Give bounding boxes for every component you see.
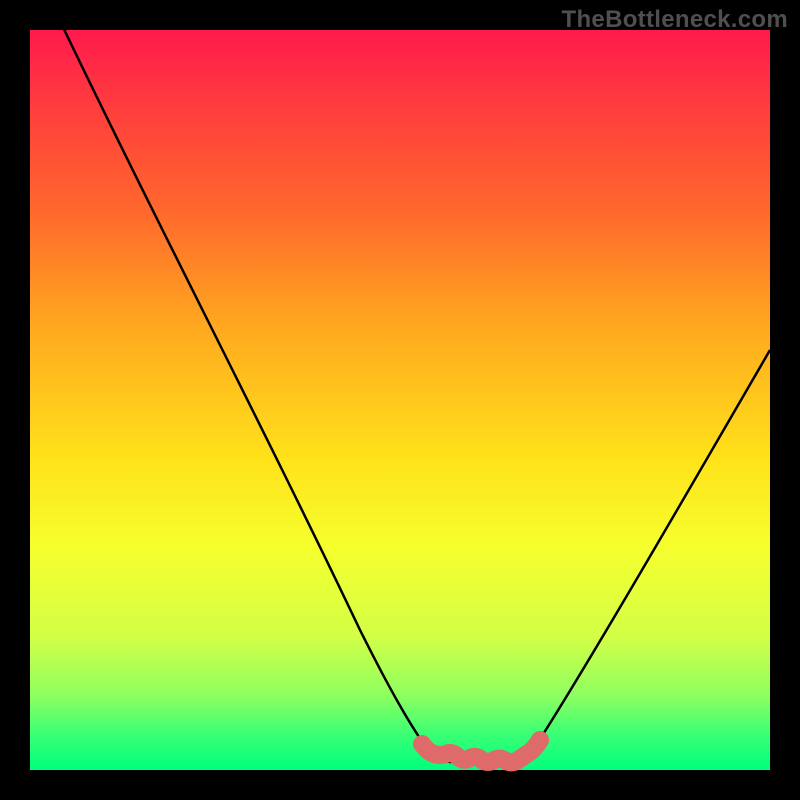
curve-layer [30, 30, 770, 770]
chart-stage: TheBottleneck.com [0, 0, 800, 800]
watermark: TheBottleneck.com [562, 6, 788, 34]
optimal-band [422, 740, 540, 762]
plot-area [30, 30, 770, 770]
bottleneck-curve [50, 0, 770, 762]
